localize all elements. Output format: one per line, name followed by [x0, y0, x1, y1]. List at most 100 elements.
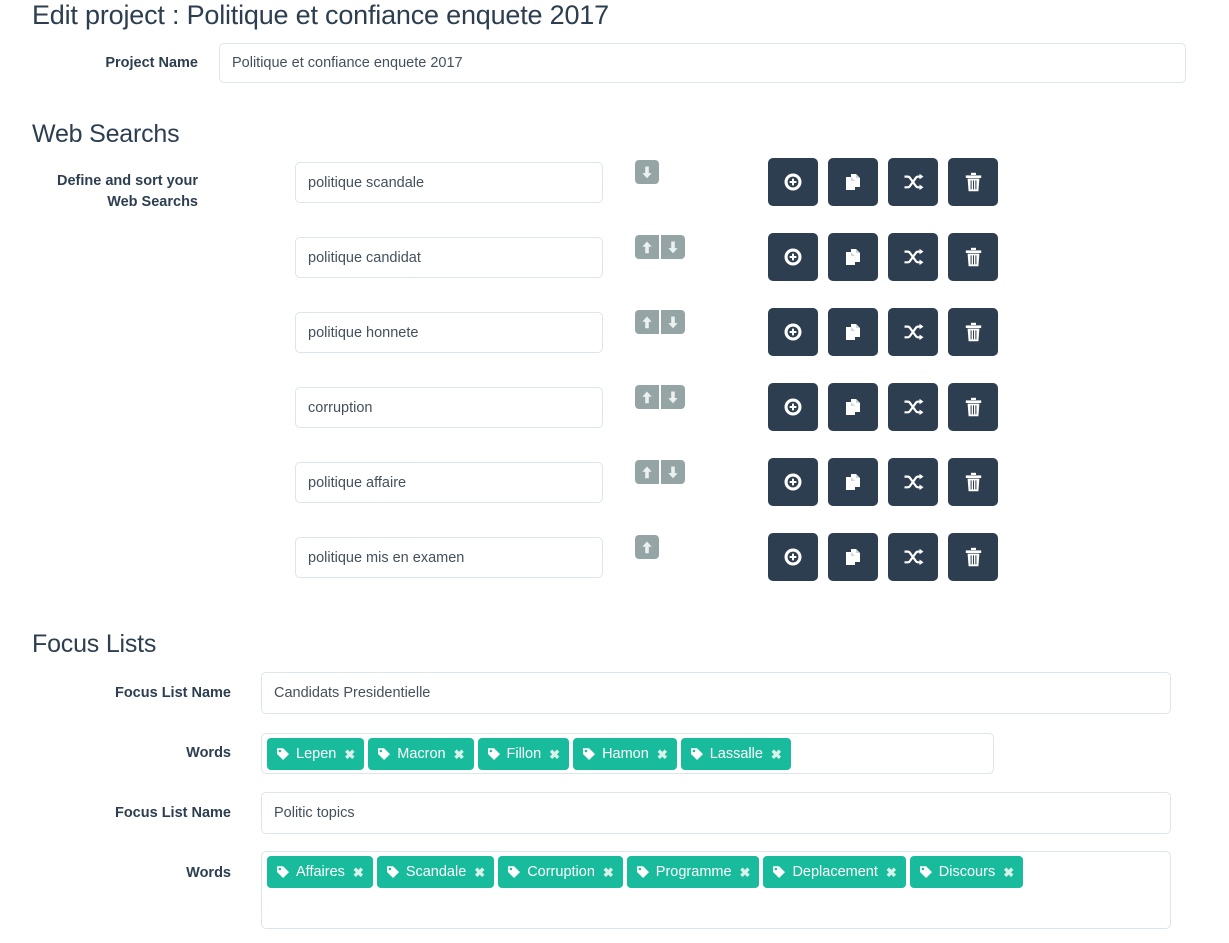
move-up-button[interactable]: [635, 310, 659, 334]
focus-list-name-input[interactable]: [261, 792, 1171, 834]
web-search-input[interactable]: [295, 537, 603, 578]
arrow-up-icon: [641, 391, 653, 404]
shuffle-icon: [903, 548, 924, 566]
add-search-button[interactable]: [768, 233, 818, 281]
move-down-button[interactable]: [661, 385, 685, 409]
web-search-input[interactable]: [295, 387, 603, 428]
focus-list-name-label: Focus List Name: [28, 683, 231, 704]
shuffle-search-button[interactable]: [888, 308, 938, 356]
add-search-button[interactable]: [768, 383, 818, 431]
remove-tag-button[interactable]: ✖: [549, 748, 560, 761]
duplicate-search-button[interactable]: [828, 308, 878, 356]
tag-icon: [276, 747, 290, 761]
tag-icon: [690, 747, 704, 761]
web-search-input[interactable]: [295, 162, 603, 203]
remove-tag-button[interactable]: ✖: [353, 866, 364, 879]
copy-icon: [843, 322, 863, 342]
word-tag: Macron✖: [368, 738, 473, 770]
move-down-button[interactable]: [661, 235, 685, 259]
tag-icon: [772, 865, 786, 879]
duplicate-search-button[interactable]: [828, 233, 878, 281]
move-down-button[interactable]: [635, 160, 659, 184]
remove-tag-button[interactable]: ✖: [886, 866, 897, 879]
delete-search-button[interactable]: [948, 458, 998, 506]
remove-tag-button[interactable]: ✖: [657, 748, 668, 761]
word-tag-label: Corruption: [527, 864, 595, 880]
delete-search-button[interactable]: [948, 383, 998, 431]
delete-search-button[interactable]: [948, 233, 998, 281]
remove-tag-button[interactable]: ✖: [454, 748, 465, 761]
shuffle-search-button[interactable]: [888, 533, 938, 581]
trash-icon: [965, 172, 982, 192]
web-search-input[interactable]: [295, 237, 603, 278]
duplicate-search-button[interactable]: [828, 458, 878, 506]
remove-tag-button[interactable]: ✖: [603, 866, 614, 879]
web-search-actions: [768, 383, 998, 431]
tag-icon: [276, 747, 290, 761]
move-up-button[interactable]: [635, 535, 659, 559]
move-up-button[interactable]: [635, 235, 659, 259]
delete-search-button[interactable]: [948, 533, 998, 581]
move-up-button[interactable]: [635, 385, 659, 409]
tag-icon: [507, 865, 521, 879]
move-up-button[interactable]: [635, 460, 659, 484]
move-down-button[interactable]: [661, 460, 685, 484]
remove-tag-button[interactable]: ✖: [740, 866, 751, 879]
delete-search-button[interactable]: [948, 158, 998, 206]
focus-list-words-container[interactable]: Lepen✖Macron✖Fillon✖Hamon✖Lassalle✖: [261, 733, 994, 774]
focus-list-name-label: Focus List Name: [28, 803, 231, 824]
tag-icon: [582, 747, 596, 761]
add-search-button[interactable]: [768, 158, 818, 206]
tag-icon: [772, 865, 786, 879]
arrow-down-icon: [667, 466, 679, 479]
trash-icon: [965, 397, 982, 417]
shuffle-search-button[interactable]: [888, 383, 938, 431]
word-tag-label: Affaires: [296, 864, 345, 880]
tag-icon: [386, 865, 400, 879]
focus-list-name-input[interactable]: [261, 672, 1171, 714]
copy-icon: [843, 172, 863, 192]
trash-icon: [965, 472, 982, 492]
add-search-button[interactable]: [768, 458, 818, 506]
add-circle-icon: [783, 172, 803, 192]
tag-icon: [636, 865, 650, 879]
word-tag-label: Fillon: [507, 746, 542, 762]
web-search-sort-group: [635, 460, 685, 484]
shuffle-icon: [903, 173, 924, 191]
web-search-input[interactable]: [295, 312, 603, 353]
shuffle-search-button[interactable]: [888, 458, 938, 506]
remove-tag-button[interactable]: ✖: [344, 748, 355, 761]
web-search-input[interactable]: [295, 462, 603, 503]
shuffle-search-button[interactable]: [888, 233, 938, 281]
delete-search-button[interactable]: [948, 308, 998, 356]
web-search-sort-group: [635, 310, 685, 334]
focus-lists-section-title: Focus Lists: [32, 630, 156, 658]
shuffle-search-button[interactable]: [888, 158, 938, 206]
focus-list-words-container[interactable]: Affaires✖Scandale✖Corruption✖Programme✖D…: [261, 851, 1171, 929]
word-tag: Fillon ✖: [478, 738, 570, 770]
move-down-button[interactable]: [661, 310, 685, 334]
arrow-up-icon: [641, 241, 653, 254]
remove-tag-button[interactable]: ✖: [1003, 866, 1014, 879]
word-tag-label: Discours: [939, 864, 995, 880]
project-name-label: Project Name: [28, 53, 198, 74]
duplicate-search-button[interactable]: [828, 383, 878, 431]
duplicate-search-button[interactable]: [828, 533, 878, 581]
trash-icon: [965, 322, 982, 342]
tag-icon: [507, 865, 521, 879]
copy-icon: [843, 397, 863, 417]
web-searches-section-title: Web Searchs: [32, 120, 179, 148]
add-search-button[interactable]: [768, 533, 818, 581]
add-search-button[interactable]: [768, 308, 818, 356]
web-search-actions: [768, 158, 998, 206]
word-tag: Discours ✖: [910, 856, 1023, 888]
remove-tag-button[interactable]: ✖: [771, 748, 782, 761]
page-title: Edit project : Politique et confiance en…: [32, 0, 609, 30]
duplicate-search-button[interactable]: [828, 158, 878, 206]
tag-icon: [919, 865, 933, 879]
project-name-input[interactable]: [219, 43, 1186, 83]
word-tag-label: Hamon: [602, 746, 649, 762]
add-circle-icon: [783, 472, 803, 492]
remove-tag-button[interactable]: ✖: [474, 866, 485, 879]
word-tag: Scandale✖: [377, 856, 494, 888]
